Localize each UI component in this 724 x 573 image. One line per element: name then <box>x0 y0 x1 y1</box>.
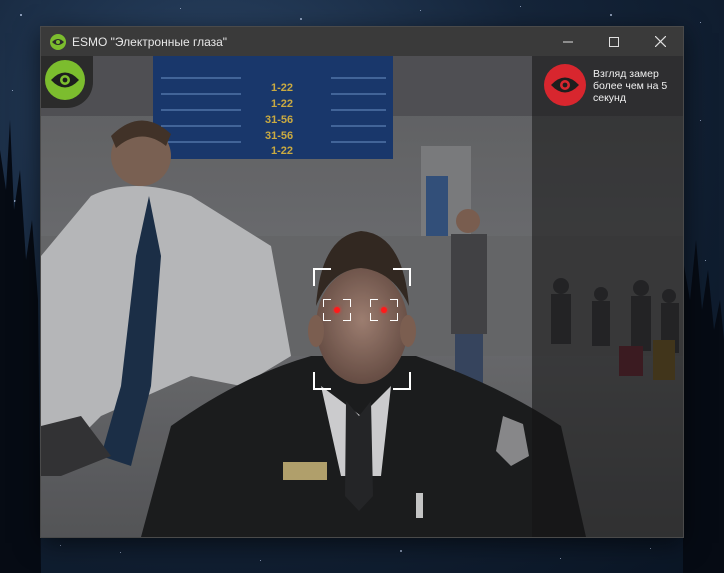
title-bar[interactable]: ESMO "Электронные глаза" <box>41 27 683 56</box>
app-eye-icon <box>50 33 66 50</box>
app-window: ESMO "Электронные глаза" 1-22 1-22 31-56… <box>41 27 683 537</box>
close-icon <box>654 36 666 47</box>
right-pupil-dot <box>381 307 387 313</box>
eye-icon <box>544 64 586 106</box>
eye-toggle-button[interactable] <box>41 56 93 108</box>
close-button[interactable] <box>637 27 683 56</box>
left-eye-marker <box>323 299 351 321</box>
gaze-alert: Взгляд замер более чем на 5 секунд <box>544 64 675 106</box>
status-panel: Взгляд замер более чем на 5 секунд <box>532 56 683 537</box>
right-eye-marker <box>370 299 398 321</box>
eye-icon <box>45 60 85 100</box>
maximize-icon <box>609 36 619 47</box>
minimize-button[interactable] <box>545 27 591 56</box>
left-pupil-dot <box>334 307 340 313</box>
face-detection-box <box>313 268 411 390</box>
window-title: ESMO "Электронные глаза" <box>72 34 228 49</box>
alert-message: Взгляд замер более чем на 5 секунд <box>593 68 668 104</box>
maximize-button[interactable] <box>591 27 637 56</box>
minimize-icon <box>563 41 573 42</box>
camera-view: 1-22 1-22 31-56 31-56 1-22 Взгляд замер … <box>41 56 683 537</box>
